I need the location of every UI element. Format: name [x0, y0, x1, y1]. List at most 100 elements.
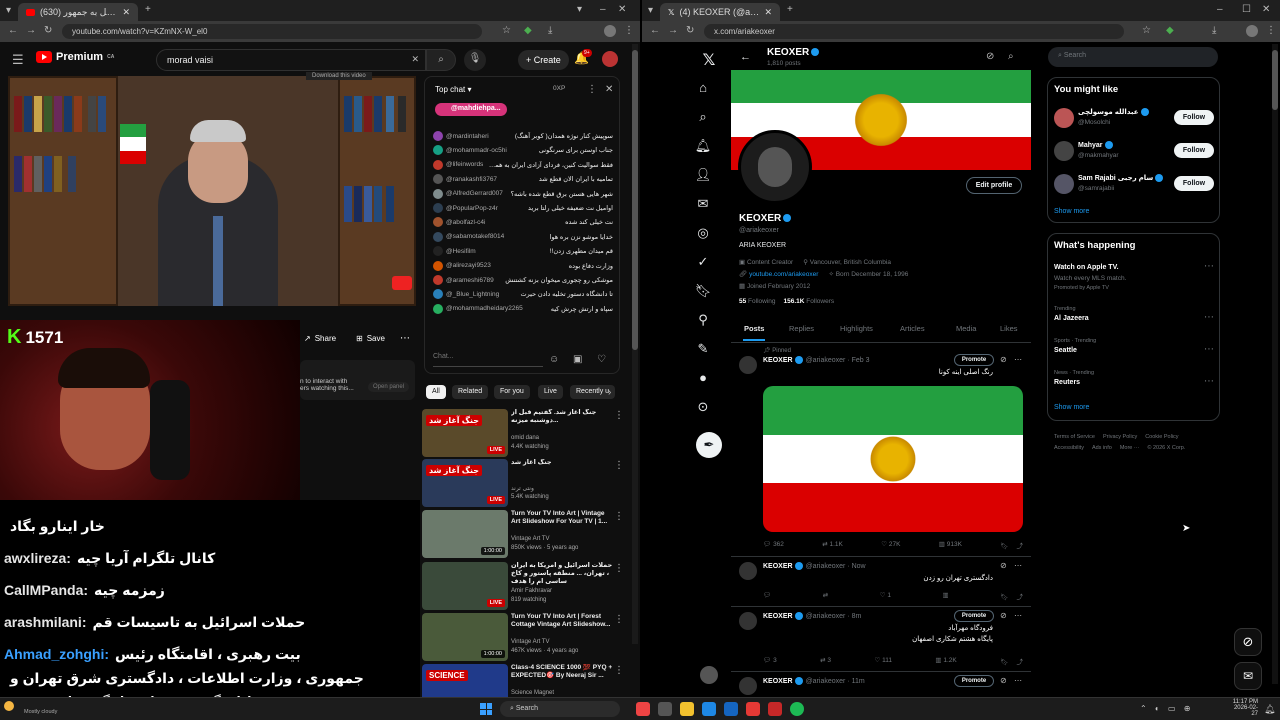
post-image-flag[interactable] — [763, 386, 1023, 532]
chrome-taskbar-icon[interactable] — [636, 702, 650, 716]
recommendation-channel[interactable]: Science Magnet — [511, 690, 554, 696]
recommendation-title[interactable]: Turn Your TV Into Art | Forest Cottage V… — [511, 613, 613, 629]
post-avatar[interactable] — [739, 356, 757, 374]
repost-action[interactable]: ⇄ 1.1K — [822, 540, 843, 550]
forward-icon[interactable]: → — [26, 26, 36, 36]
notifications-icon[interactable]: 🔔︎ — [692, 138, 714, 154]
filter-chip[interactable]: Live — [538, 385, 563, 399]
show-more-trends-link[interactable]: Show more — [1054, 404, 1089, 411]
follow-button[interactable]: Follow — [1174, 176, 1214, 191]
emoji-icon[interactable]: ☺ — [549, 355, 559, 365]
back-icon[interactable]: ← — [8, 26, 18, 36]
chat-username[interactable]: @arameshi6789 — [446, 277, 494, 284]
follow-button[interactable]: Follow — [1174, 143, 1214, 158]
post-avatar[interactable] — [739, 677, 757, 695]
more-actions-icon[interactable]: ⋯ — [400, 333, 410, 344]
search-button[interactable]: ⌕ — [426, 49, 456, 71]
taskbar-search[interactable]: ⌕ Search — [500, 701, 620, 717]
messages-drawer-icon[interactable]: ✉ — [1234, 662, 1262, 690]
back-icon[interactable]: ← — [650, 26, 660, 36]
chat-username[interactable]: @PopularPop-z4r — [446, 205, 498, 212]
following-stat[interactable]: 55 Following — [739, 298, 776, 305]
post-author[interactable]: KEOXER — [763, 613, 793, 620]
profile-tab[interactable]: Replies — [789, 324, 814, 333]
followers-stat[interactable]: 156.1K Followers — [784, 298, 835, 305]
downloads-icon[interactable]: ⤓ — [1212, 26, 1216, 36]
profile-avatar[interactable] — [1246, 25, 1258, 37]
clock[interactable]: 11:17 PM 2026-02-27 — [1228, 699, 1258, 717]
store-icon[interactable] — [724, 702, 738, 716]
explore-icon[interactable]: ⌕ — [692, 109, 714, 125]
chips-next-icon[interactable]: › — [608, 388, 611, 398]
profile-link[interactable]: youtube.com/ariakeoxer — [749, 271, 818, 278]
chat-mode-dropdown[interactable]: Top chat ▾ — [435, 85, 472, 94]
footer-link[interactable]: More ··· — [1120, 445, 1140, 451]
chat-avatar[interactable] — [433, 231, 443, 242]
extension-icon[interactable]: ◆ — [524, 26, 532, 36]
pinned-user-chip[interactable]: @mahdiehpa... — [435, 103, 507, 116]
suggestion-name[interactable]: Sam Rajabi سام رجبی — [1078, 174, 1164, 183]
footer-link[interactable]: Terms of Service — [1054, 434, 1095, 440]
suggestion-name[interactable]: عبدالله موسولچی — [1078, 108, 1149, 117]
suggestion-avatar[interactable] — [1054, 174, 1074, 194]
post-handle[interactable]: @ariakeoxer · 11m — [806, 678, 865, 685]
heart-icon[interactable]: ♡ — [597, 355, 606, 365]
clear-search-icon[interactable]: ✕ — [411, 54, 419, 65]
trend-topic[interactable]: Watch on Apple TV. — [1054, 264, 1119, 271]
bookmark-star-icon[interactable]: ☆ — [1142, 26, 1151, 36]
tab-close-icon[interactable]: ✕ — [122, 7, 130, 18]
file-explorer-icon[interactable] — [680, 702, 694, 716]
profile-tab[interactable]: Likes — [1000, 324, 1018, 333]
filter-chip[interactable]: Related — [452, 385, 489, 399]
grok-icon[interactable]: ◎ — [692, 225, 714, 241]
video-thumbnail[interactable]: جنگ آغاز شد LIVE — [422, 459, 508, 507]
repost-action[interactable]: ⇄ 3 — [820, 656, 831, 666]
trend-topic[interactable]: Reuters — [1054, 379, 1080, 386]
system-tray-icons[interactable]: ⌃ ◐ ▭ ⊕ — [1140, 704, 1193, 713]
chat-avatar[interactable] — [433, 188, 443, 199]
reply-action[interactable]: 💬︎ 3 — [763, 656, 777, 666]
chat-username[interactable]: @abolfazl-c4i — [446, 219, 485, 226]
share-icon[interactable]: ⤴ — [1016, 659, 1023, 666]
recommendation-item[interactable]: جنگ آغاز شد LIVE جنگ آغاز شد. گفتیم قبل از… — [422, 409, 624, 457]
like-action[interactable]: ♡ 1 — [880, 591, 891, 601]
chat-username[interactable]: @_Blue_Lightning — [446, 291, 499, 298]
show-more-link[interactable]: Show more — [1054, 208, 1089, 215]
home-icon[interactable]: ⌂ — [692, 80, 714, 95]
super-chat-icon[interactable]: ▣ — [573, 355, 582, 365]
post-avatar[interactable] — [739, 562, 757, 580]
back-arrow-icon[interactable]: ← — [740, 52, 751, 63]
profile-icon[interactable]: ● — [692, 370, 714, 385]
tab-search-icon[interactable]: ▾ — [648, 6, 653, 16]
footer-link[interactable]: Privacy Policy — [1103, 434, 1137, 440]
recommendation-item[interactable]: SCIENCE Class-4 SCIENCE 1000 💯 PYQ + EXPE… — [422, 664, 624, 697]
share-icon[interactable]: ⤴ — [1016, 594, 1023, 601]
notification-bell-icon[interactable]: 🔔︎ — [1264, 704, 1275, 715]
follow-icon[interactable]: 👤︎ — [692, 167, 714, 183]
spotify-icon[interactable] — [790, 702, 804, 716]
chat-avatar[interactable] — [433, 275, 443, 285]
bookmark-icon[interactable]: 🔖︎ — [1000, 594, 1008, 601]
chat-username[interactable]: @mohammadr-oc5hi — [446, 147, 507, 154]
chat-close-icon[interactable]: ✕ — [605, 85, 613, 95]
chat-username[interactable]: @ranakashfi3767 — [446, 176, 497, 183]
menu-icon[interactable]: ⋮ — [1266, 26, 1276, 36]
close-window-icon[interactable]: ✕ — [618, 5, 626, 15]
views-action[interactable]: ▥ 913K — [939, 540, 962, 550]
open-panel-button[interactable]: Open panel — [368, 382, 410, 392]
address-input[interactable]: youtube.com/watch?v=KZmNX-W_el0 — [62, 24, 482, 39]
new-tab-icon[interactable]: + — [787, 5, 793, 15]
chat-avatar[interactable] — [433, 203, 443, 213]
reload-icon[interactable]: ↻ — [44, 26, 52, 36]
promote-button[interactable]: Promote — [954, 354, 994, 366]
post-handle[interactable]: @ariakeoxer · Feb 3 — [806, 357, 870, 364]
trend-more-icon[interactable]: ⋯ — [1204, 377, 1214, 387]
grok-icon[interactable]: ⊘ — [1000, 562, 1007, 570]
post-author[interactable]: KEOXER — [763, 357, 793, 364]
compose-post-button[interactable]: ✒ — [696, 432, 722, 458]
profile-tab[interactable]: Media — [956, 324, 976, 333]
profile-avatar-large[interactable] — [738, 130, 812, 204]
profile-tab[interactable]: Posts — [744, 324, 764, 333]
profile-tab[interactable]: Highlights — [840, 324, 873, 333]
chat-avatar[interactable] — [433, 260, 443, 271]
